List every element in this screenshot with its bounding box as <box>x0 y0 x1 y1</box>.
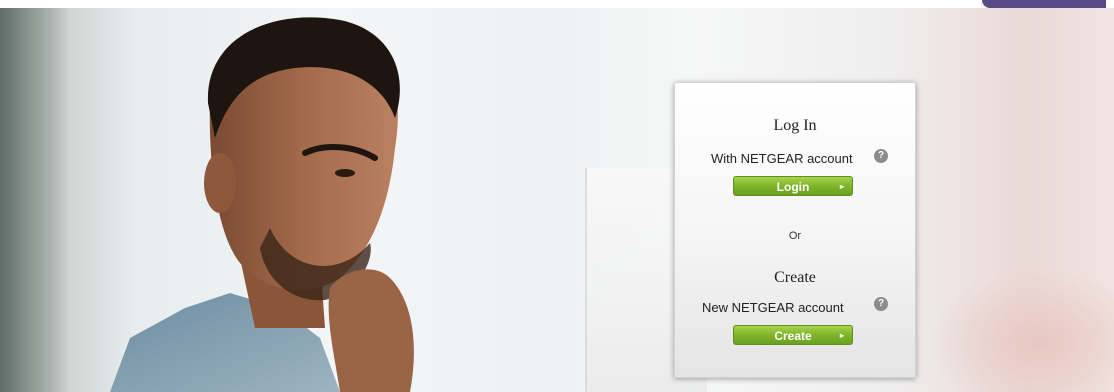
ear-shape <box>204 153 236 213</box>
background-left-shade <box>0 8 70 392</box>
arrow-right-icon: ▸ <box>839 182 844 191</box>
login-subtitle: With NETGEAR account <box>711 151 853 166</box>
create-subtitle: New NETGEAR account <box>702 300 844 315</box>
login-button[interactable]: Login ▸ <box>733 176 853 196</box>
login-button-label: Login <box>776 180 810 194</box>
help-icon[interactable]: ? <box>874 297 888 311</box>
corner-tab[interactable] <box>982 0 1106 8</box>
create-button-label: Create <box>774 329 812 343</box>
or-separator: Or <box>788 230 802 242</box>
page: Log In With NETGEAR account ? Login ▸ Or… <box>0 0 1114 392</box>
hero-background <box>0 8 1114 392</box>
eye-shape <box>335 169 355 177</box>
login-panel: Log In With NETGEAR account ? Login ▸ Or… <box>674 82 916 378</box>
create-button[interactable]: Create ▸ <box>733 325 853 345</box>
background-blur-right <box>930 268 1114 392</box>
login-heading: Log In <box>773 117 817 134</box>
arrow-right-icon: ▸ <box>839 331 844 340</box>
help-icon[interactable]: ? <box>874 149 888 163</box>
create-heading: Create <box>774 269 816 286</box>
hero-person-illustration <box>110 17 414 392</box>
top-bar <box>0 0 1114 8</box>
hand-shape <box>328 269 414 392</box>
